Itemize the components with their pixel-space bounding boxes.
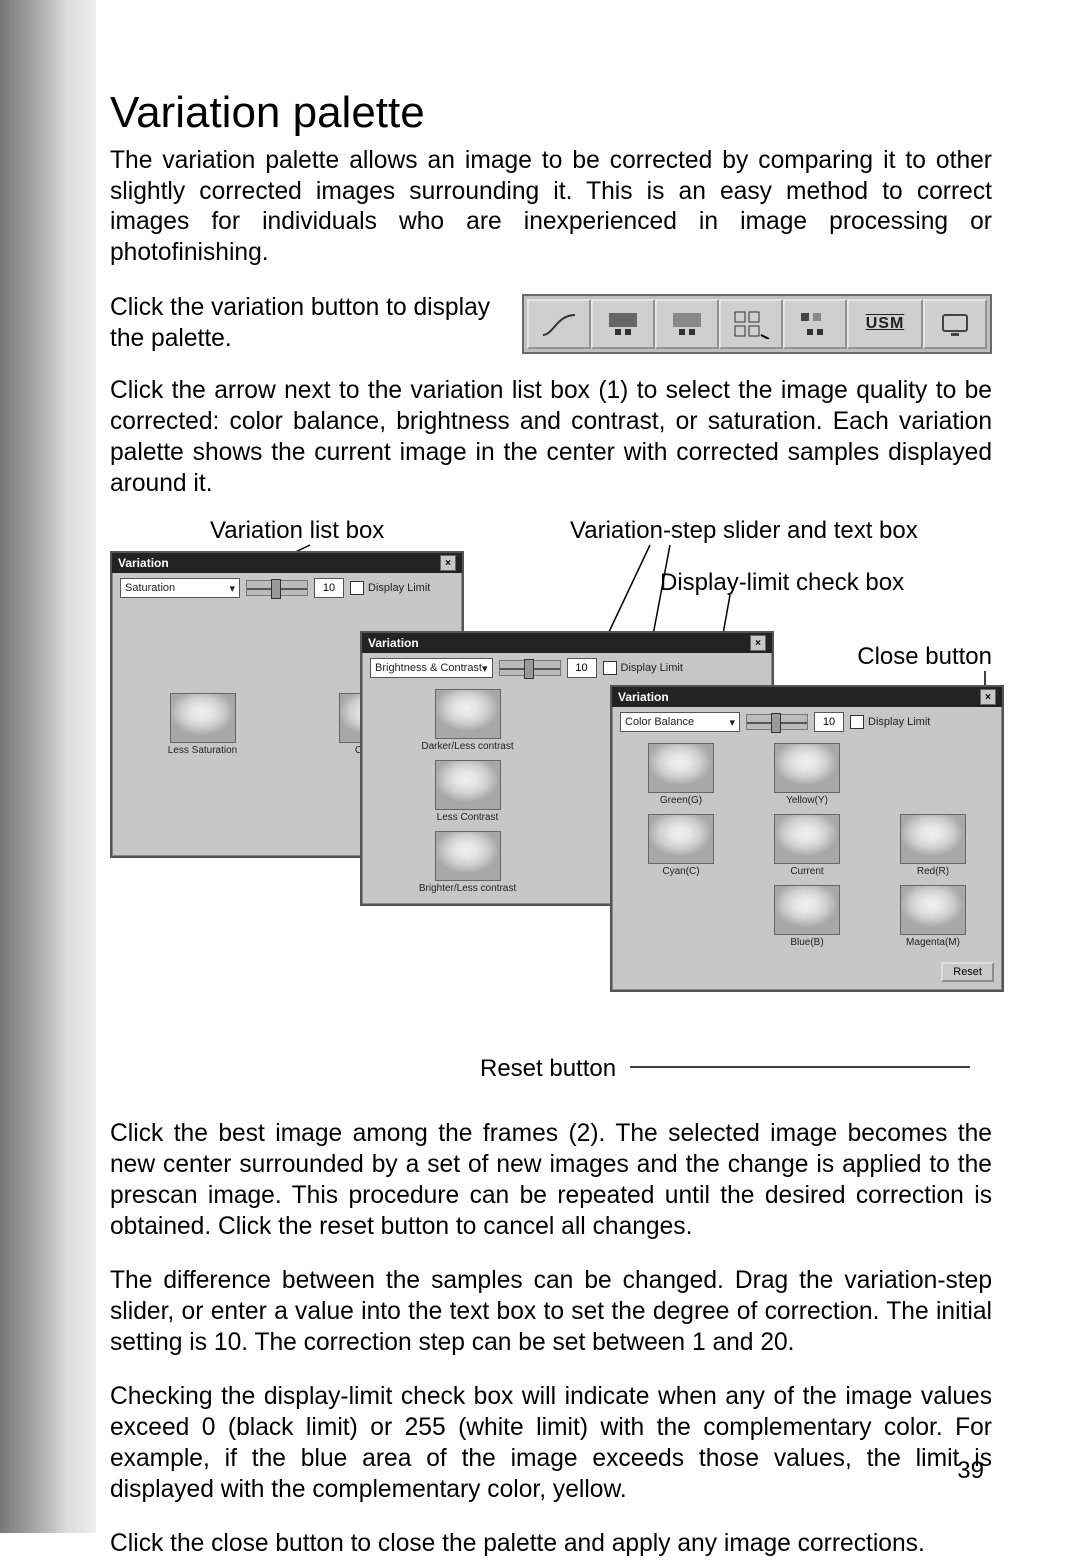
variation-thumbnail[interactable]: Magenta(M) [874,885,992,948]
monitor-icon[interactable] [923,299,987,349]
page-title: Variation palette [110,88,992,138]
variation-thumbnail[interactable]: Less Contrast [372,760,563,823]
variation-b-icon[interactable] [655,299,719,349]
variation-list-dropdown[interactable]: Saturation▾ [120,578,240,598]
rgb-balance-icon[interactable] [783,299,847,349]
variation-thumbnail[interactable]: Less Saturation [122,693,283,756]
intro-paragraph: The variation palette allows an image to… [110,146,992,269]
reset-button[interactable]: Reset [941,962,994,982]
variation-thumbnail[interactable]: Yellow(Y) [748,743,866,806]
page-number: 39 [957,1457,984,1485]
select-best-paragraph: Click the best image among the frames (2… [110,1119,992,1242]
display-limit-checkbox[interactable]: Display Limit [603,661,683,675]
toolbar: USM [522,294,992,354]
variation-thumbnail[interactable]: Brighter/Less contrast [372,831,563,894]
step-paragraph: The difference between the samples can b… [110,1266,992,1358]
display-limit-checkbox[interactable]: Display Limit [850,715,930,729]
click-variation-text: Click the variation button to display th… [110,293,504,354]
diagram-area: Variation list box Variation-step slider… [110,523,992,1103]
variation-step-textbox[interactable] [567,658,597,678]
variation-a-icon[interactable] [591,299,655,349]
usm-icon[interactable]: USM [847,299,923,349]
variation-list-dropdown[interactable]: Brightness & Contrast▾ [370,658,493,678]
variation-step-slider[interactable] [499,660,561,676]
variation-step-textbox[interactable] [314,578,344,598]
display-limit-checkbox[interactable]: Display Limit [350,581,430,595]
close-icon[interactable]: × [750,635,766,651]
variation-thumbnail[interactable]: Darker/Less contrast [372,689,563,752]
display-limit-paragraph: Checking the display-limit check box wil… [110,1382,992,1505]
compare-icon[interactable] [719,299,783,349]
variation-step-slider[interactable] [246,580,308,596]
close-icon[interactable]: × [440,555,456,571]
variation-list-dropdown[interactable]: Color Balance▾ [620,712,740,732]
panel-title: Variation [368,636,419,650]
variation-thumbnail[interactable]: Green(G) [622,743,740,806]
close-paragraph: Click the close button to close the pale… [110,1529,992,1560]
panel-title: Variation [618,690,669,704]
variation-thumbnail[interactable]: Current [748,814,866,877]
variation-step-slider[interactable] [746,714,808,730]
click-arrow-paragraph: Click the arrow next to the variation li… [110,376,992,499]
variation-panel-color-balance: Variation× Color Balance▾ Display Limit … [610,685,1004,992]
panel-title: Variation [118,556,169,570]
variation-step-textbox[interactable] [814,712,844,732]
variation-thumbnail[interactable]: Cyan(C) [622,814,740,877]
variation-thumbnail[interactable]: Red(R) [874,814,992,877]
curve-icon[interactable] [527,299,591,349]
variation-thumbnail[interactable]: Blue(B) [748,885,866,948]
close-icon[interactable]: × [980,689,996,705]
